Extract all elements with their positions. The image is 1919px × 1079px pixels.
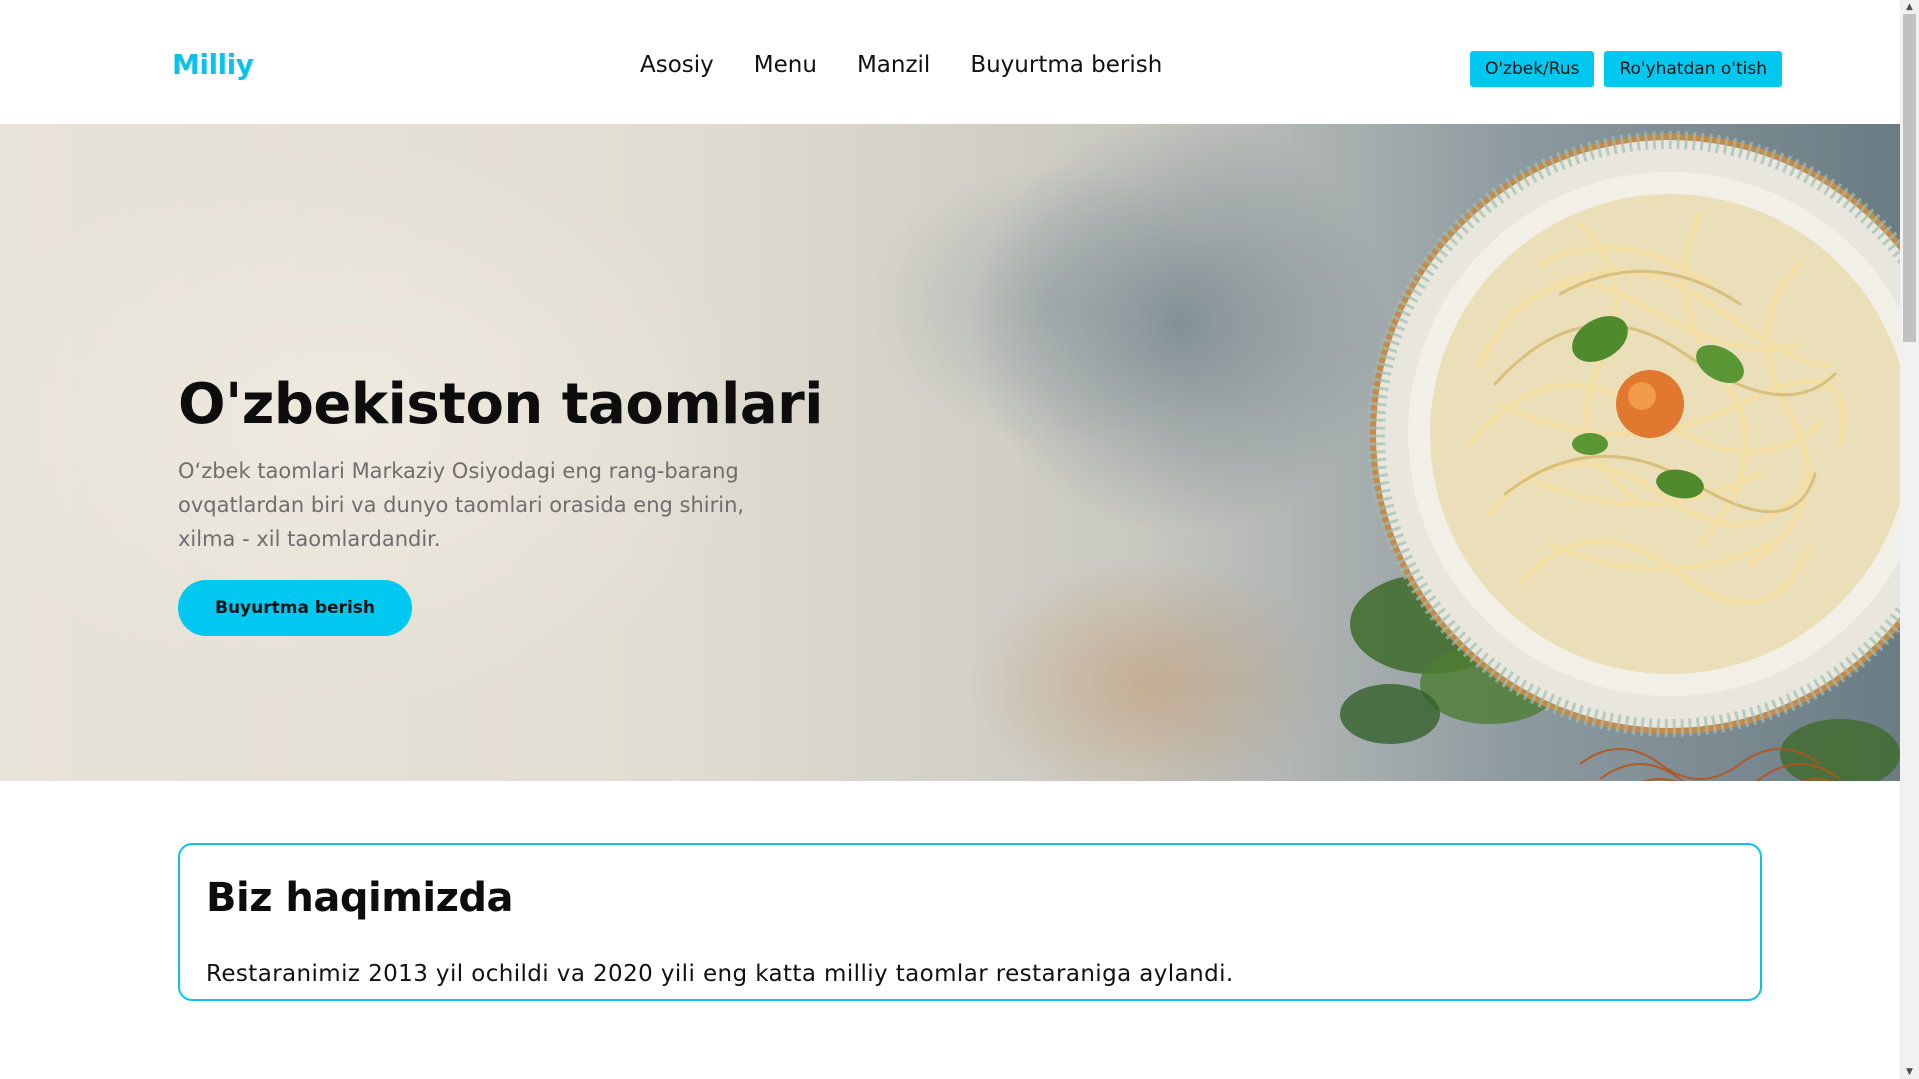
hero-title: O'zbekiston taomlari [178,372,823,437]
scrollbar-thumb[interactable] [1903,14,1916,342]
register-button[interactable]: Ro'yhatdan o'tish [1604,51,1782,87]
nav-link-menu[interactable]: Menu [754,52,817,78]
nav-link-asosiy[interactable]: Asosiy [640,52,714,78]
site-header: Milliy Asosiy Menu Manzil Buyurtma beris… [0,0,1900,124]
nav-link-buyurtma-berish[interactable]: Buyurtma berish [970,52,1162,78]
language-toggle-button[interactable]: O'zbek/Rus [1469,51,1595,87]
about-heading: Biz haqimizda [206,875,514,921]
about-text: Restaranimiz 2013 yil ochildi va 2020 yi… [206,961,1234,987]
nav-link-manzil[interactable]: Manzil [857,52,930,78]
vertical-scrollbar[interactable]: ▲ ▼ [1900,0,1919,1079]
browser-viewport: Milliy Asosiy Menu Manzil Buyurtma beris… [0,0,1919,1079]
main-nav: Asosiy Menu Manzil Buyurtma berish [640,52,1162,78]
site-logo[interactable]: Milliy [172,48,254,81]
page: Milliy Asosiy Menu Manzil Buyurtma beris… [0,0,1900,1079]
scroll-up-icon[interactable]: ▲ [1900,0,1919,14]
about-card: Biz haqimizda Restaranimiz 2013 yil ochi… [178,843,1762,1001]
header-actions: O'zbek/Rus Ro'yhatdan o'tish [1469,51,1782,87]
hero-section: O'zbekiston taomlari O‘zbek taomlari Mar… [0,124,1900,781]
scroll-down-icon[interactable]: ▼ [1900,1065,1919,1079]
hero-description: O‘zbek taomlari Markaziy Osiyodagi eng r… [178,459,745,551]
noodle-bowl-image [1340,131,1900,781]
order-button[interactable]: Buyurtma berish [178,580,412,636]
